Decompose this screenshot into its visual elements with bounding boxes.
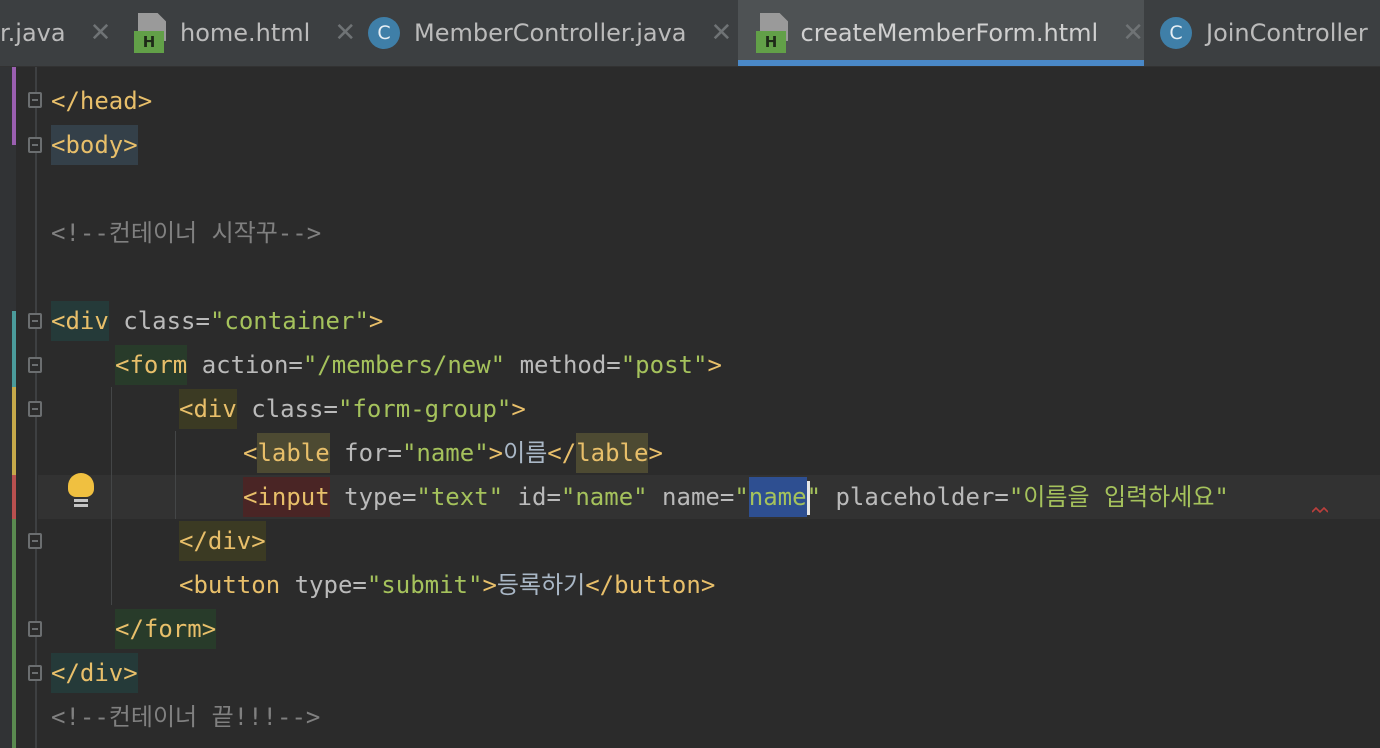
code-comment: <!--컨테이너 끝!!!--> xyxy=(51,703,321,731)
fold-marker[interactable] xyxy=(28,401,42,417)
close-icon[interactable]: ✕ xyxy=(1122,20,1144,46)
html-file-icon: H xyxy=(756,13,791,53)
java-class-icon: C xyxy=(368,17,400,49)
fold-marker[interactable] xyxy=(28,357,42,373)
code-line: </div> xyxy=(179,519,266,563)
fold-marker[interactable] xyxy=(28,137,42,153)
code-line: </form> xyxy=(115,607,217,651)
warning-squiggle xyxy=(1312,506,1328,514)
tab-label: JoinController xyxy=(1206,19,1368,47)
fold-marker[interactable] xyxy=(28,665,42,681)
tab-label: r.java xyxy=(0,19,66,47)
tab-label: MemberController.java xyxy=(414,19,687,47)
code-comment: <!--컨테이너 시작꾸--> xyxy=(51,219,322,247)
tab-home-html[interactable]: H home.html ✕ xyxy=(132,0,358,66)
vcs-change-marker xyxy=(12,67,16,145)
close-icon[interactable]: ✕ xyxy=(90,20,112,46)
code-line: </div> xyxy=(51,651,138,695)
tab-createmember-html[interactable]: H createMemberForm.html ✕ xyxy=(738,0,1144,66)
tab-r-java[interactable]: r.java ✕ xyxy=(0,0,114,66)
code-line: <button type="submit">등록하기</button> xyxy=(179,571,716,599)
editor-tab-bar: r.java ✕ H home.html ✕ C MemberControlle… xyxy=(0,0,1380,67)
html-file-icon: H xyxy=(134,13,170,53)
fold-marker[interactable] xyxy=(28,313,42,329)
java-class-icon: C xyxy=(1160,17,1192,49)
code-line: <div class="form-group"> xyxy=(179,387,526,431)
close-icon[interactable]: ✕ xyxy=(710,20,732,46)
tab-membercontroller-java[interactable]: C MemberController.java ✕ xyxy=(368,0,736,66)
code-line: <div class="container"> xyxy=(51,299,383,343)
vcs-change-marker xyxy=(12,519,16,748)
code-line: <lable for="name">이름</lable> xyxy=(243,431,663,475)
indent-guide xyxy=(175,431,176,519)
code-line: <form action="/members/new" method="post… xyxy=(115,343,722,387)
vcs-change-marker xyxy=(12,475,16,519)
code-line-current: <input type="text" id="name" name="name"… xyxy=(243,475,1229,519)
tab-joincontroller[interactable]: C JoinController xyxy=(1160,0,1380,66)
close-icon[interactable]: ✕ xyxy=(334,20,356,46)
vcs-change-marker xyxy=(12,387,16,475)
tab-label: home.html xyxy=(180,19,311,47)
code-line: </head> xyxy=(51,87,153,115)
fold-marker[interactable] xyxy=(28,533,42,549)
tab-label: createMemberForm.html xyxy=(800,19,1099,47)
code-line: <body> xyxy=(51,123,138,167)
code-editor[interactable]: </head> <body> <!--컨테이너 시작꾸--> <div clas… xyxy=(0,67,1380,748)
indent-guide xyxy=(111,387,112,605)
selected-text: name xyxy=(748,477,807,517)
fold-marker[interactable] xyxy=(28,92,42,108)
fold-marker[interactable] xyxy=(28,621,42,637)
lightbulb-icon[interactable] xyxy=(66,473,96,509)
